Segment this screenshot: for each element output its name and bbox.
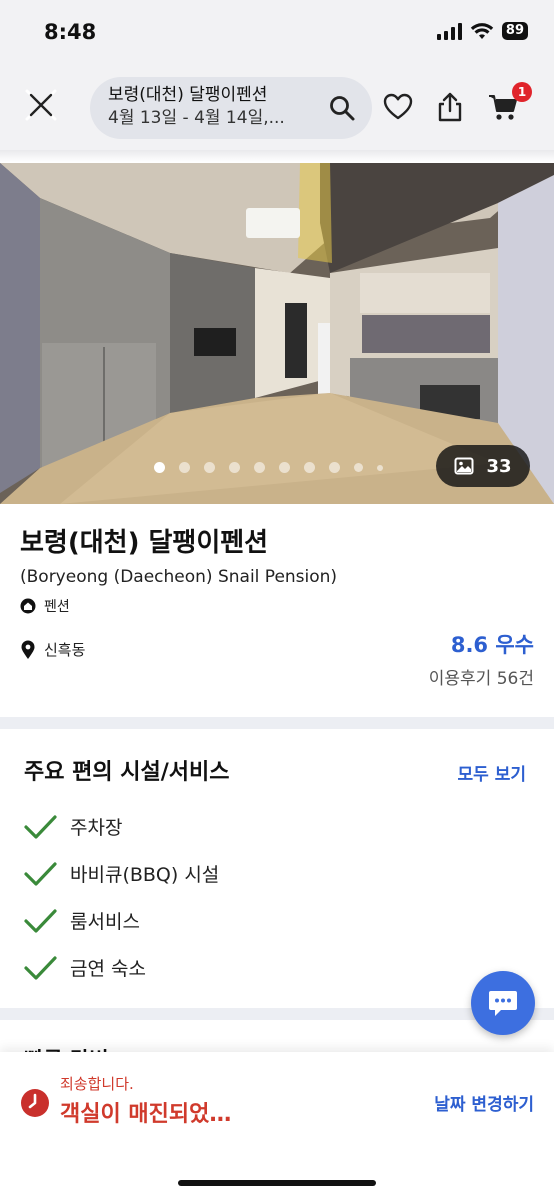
property-location[interactable]: 신흑동 xyxy=(20,639,85,660)
pagination-dot xyxy=(354,463,363,472)
clock-icon xyxy=(21,1089,49,1117)
pagination-dot xyxy=(377,464,383,471)
header-divider xyxy=(0,150,554,162)
wifi-icon xyxy=(470,23,494,39)
amenity-item: 금연 숙소 xyxy=(22,944,219,991)
property-name-english: (Boryeong (Daecheon) Snail Pension) xyxy=(20,567,338,587)
cart-count-badge: 1 xyxy=(512,82,532,102)
check-icon xyxy=(24,814,57,839)
check-icon xyxy=(24,908,57,933)
home-icon xyxy=(20,598,36,614)
property-type-label: 펜션 xyxy=(44,599,70,615)
close-icon[interactable] xyxy=(22,86,60,124)
heart-icon[interactable] xyxy=(382,91,414,123)
pagination-dot xyxy=(179,462,190,473)
sold-out-apology: 죄송합니다. xyxy=(60,1075,134,1093)
property-type: 펜션 xyxy=(20,596,70,616)
amenities-title: 주요 편의 시설/서비스 xyxy=(24,760,230,785)
status-icons: 89 xyxy=(436,22,528,40)
battery-indicator: 89 xyxy=(501,22,528,40)
section-divider xyxy=(0,717,554,729)
amenity-label: 주차장 xyxy=(70,817,123,839)
location-pin-icon xyxy=(21,640,35,659)
header: 보령(대천) 달팽이펜션 4월 13일 - 4월 14일,... 1 xyxy=(0,64,554,154)
pagination-dot xyxy=(329,462,340,473)
rating-score[interactable]: 8.6 우수 xyxy=(451,629,534,659)
amenity-item: 주차장 xyxy=(22,803,219,850)
amenity-item: 룸서비스 xyxy=(22,897,219,944)
photo-count: 33 xyxy=(486,455,512,477)
pagination-dot xyxy=(204,462,215,473)
status-bar: 8:48 89 xyxy=(0,0,554,64)
pagination-dot xyxy=(229,462,240,473)
gallery-pagination xyxy=(154,462,383,473)
check-icon xyxy=(24,955,57,980)
review-count[interactable]: 이용후기 56건 xyxy=(429,664,534,689)
chat-icon xyxy=(489,991,517,1016)
sold-out-message: 객실이 매진되었… xyxy=(60,1102,232,1127)
cellular-signal-icon xyxy=(436,22,462,40)
photo-count-button[interactable]: 33 xyxy=(436,445,530,487)
amenities-list: 주차장 바비큐(BBQ) 시설 룸서비스 금연 숙소 xyxy=(22,803,219,991)
chat-button[interactable] xyxy=(471,971,535,1035)
change-date-button[interactable]: 날짜 변경하기 xyxy=(434,1090,534,1115)
amenity-label: 바비큐(BBQ) 시설 xyxy=(70,864,220,886)
image-icon xyxy=(454,457,474,475)
home-indicator[interactable] xyxy=(178,1180,376,1186)
amenity-item: 바비큐(BBQ) 시설 xyxy=(22,850,219,897)
search-summary[interactable]: 보령(대천) 달팽이펜션 4월 13일 - 4월 14일,... xyxy=(90,77,372,139)
pagination-dot xyxy=(279,462,290,473)
pagination-dot xyxy=(154,462,165,473)
location-label: 신흑동 xyxy=(44,641,86,659)
search-icon[interactable] xyxy=(328,94,356,122)
property-name: 보령(대천) 달팽이펜션 xyxy=(20,528,269,558)
amenity-label: 룸서비스 xyxy=(70,911,140,933)
check-icon xyxy=(24,861,57,886)
amenity-label: 금연 숙소 xyxy=(70,958,146,980)
status-time: 8:48 xyxy=(44,20,97,44)
see-all-amenities-link[interactable]: 모두 보기 xyxy=(458,760,526,785)
pagination-dot xyxy=(254,462,265,473)
pagination-dot xyxy=(304,462,315,473)
share-icon[interactable] xyxy=(434,91,466,123)
